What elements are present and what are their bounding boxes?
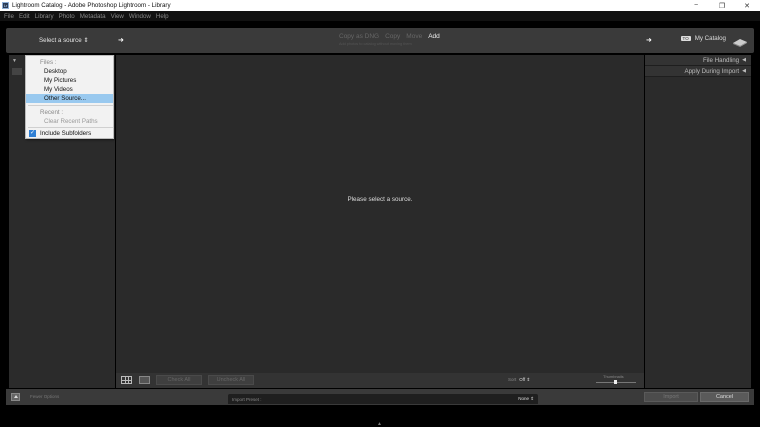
sort-label: Sort: [508, 377, 517, 382]
import-button[interactable]: Import: [644, 392, 698, 402]
thumbnail-slider-handle[interactable]: [614, 380, 617, 384]
window-title: Lightroom Catalog - Adobe Photoshop Ligh…: [12, 2, 171, 9]
grid-toolbar: Check All Uncheck All Sort Off ⇕ Thumbnai…: [116, 373, 644, 388]
mode-description: Add photos to catalog without moving the…: [339, 42, 412, 46]
mode-copy-as-dng[interactable]: Copy as DNG: [339, 33, 379, 40]
import-header: Select a source ⇕ ➜ Copy as DNG Copy Mov…: [6, 28, 754, 53]
options-panel: File Handling ◀ Apply During Import ◀: [645, 55, 751, 388]
menu-library[interactable]: Library: [35, 13, 54, 20]
preview-grid: Please select a source.: [116, 55, 644, 373]
recent-header: Recent :: [40, 109, 64, 116]
source-option-my-pictures[interactable]: My Pictures: [26, 76, 113, 85]
maximize-button[interactable]: ❐: [709, 0, 735, 11]
import-mode-selector: Copy as DNG Copy Move Add: [339, 33, 440, 40]
grid-view-icon[interactable]: [121, 376, 132, 384]
empty-source-message: Please select a source.: [347, 196, 413, 203]
loupe-view-icon[interactable]: [139, 376, 150, 384]
section-apply-during-import[interactable]: Apply During Import ◀: [645, 66, 751, 77]
menu-edit[interactable]: Edit: [19, 13, 30, 20]
menu-photo[interactable]: Photo: [59, 13, 75, 20]
menu-bar: File Edit Library Photo Metadata View Wi…: [0, 11, 760, 21]
menu-divider: [28, 105, 113, 106]
uncheck-all-button[interactable]: Uncheck All: [208, 375, 254, 385]
destination-catalog: TO My Catalog: [680, 35, 726, 42]
import-bottom-bar: Fewer Options Import Preset : None ⇕ Imp…: [6, 389, 754, 405]
section-file-handling[interactable]: File Handling ◀: [645, 55, 751, 66]
destination-label: My Catalog: [694, 35, 726, 42]
lightroom-app-icon: Lr: [2, 2, 9, 9]
show-options-toggle-icon[interactable]: [11, 393, 20, 401]
mode-add[interactable]: Add: [428, 33, 440, 40]
import-preset-value[interactable]: None ⇕: [518, 396, 534, 402]
mode-move[interactable]: Move: [406, 33, 422, 40]
menu-file[interactable]: File: [4, 13, 14, 20]
source-option-desktop[interactable]: Desktop: [26, 67, 113, 76]
include-subfolders-option[interactable]: ✓ Include Subfolders: [26, 129, 113, 138]
import-preset-label: Import Preset :: [232, 396, 262, 402]
files-header: Files :: [40, 59, 57, 66]
check-all-button[interactable]: Check All: [156, 375, 202, 385]
select-source-button[interactable]: Select a source ⇕: [39, 37, 89, 44]
filmstrip-toggle-icon[interactable]: ▲: [377, 421, 382, 427]
source-dropdown-menu: Files : Desktop My Pictures My Videos Ot…: [25, 55, 114, 139]
sort-value[interactable]: Off ⇕: [519, 377, 530, 382]
expand-triangle-icon: ◀: [742, 68, 746, 74]
source-panel-collapse-icon[interactable]: ▼: [12, 58, 17, 64]
checkmark-icon[interactable]: ✓: [29, 130, 36, 137]
thumbnails-label: Thumbnails: [603, 374, 624, 379]
window-title-bar: Lr Lightroom Catalog - Adobe Photoshop L…: [0, 0, 760, 11]
cancel-button[interactable]: Cancel: [700, 392, 749, 402]
menu-view[interactable]: View: [111, 13, 124, 20]
source-panel-drive-item[interactable]: [12, 68, 22, 75]
options-label[interactable]: Fewer Options: [30, 394, 59, 399]
clear-recent-paths: Clear Recent Paths: [44, 118, 98, 125]
menu-divider: [28, 127, 113, 128]
minimize-button[interactable]: −: [683, 0, 709, 11]
source-arrow-icon: ➜: [118, 37, 124, 44]
sort-control[interactable]: Sort Off ⇕: [508, 377, 530, 383]
section-label: File Handling: [703, 56, 740, 64]
menu-window[interactable]: Window: [129, 13, 151, 20]
mode-copy[interactable]: Copy: [385, 33, 400, 40]
expand-triangle-icon: ◀: [742, 57, 746, 63]
close-button[interactable]: ✕: [734, 0, 760, 11]
import-preset-selector[interactable]: Import Preset : None ⇕: [228, 394, 538, 404]
menu-metadata[interactable]: Metadata: [80, 13, 106, 20]
to-badge: TO: [680, 36, 691, 41]
section-label: Apply During Import: [684, 67, 740, 75]
menu-help[interactable]: Help: [156, 13, 169, 20]
destination-arrow-icon: ➜: [646, 37, 652, 44]
source-option-my-videos[interactable]: My Videos: [26, 85, 113, 94]
hard-drive-icon: [733, 39, 747, 47]
source-option-other-source[interactable]: Other Source...: [26, 94, 113, 103]
